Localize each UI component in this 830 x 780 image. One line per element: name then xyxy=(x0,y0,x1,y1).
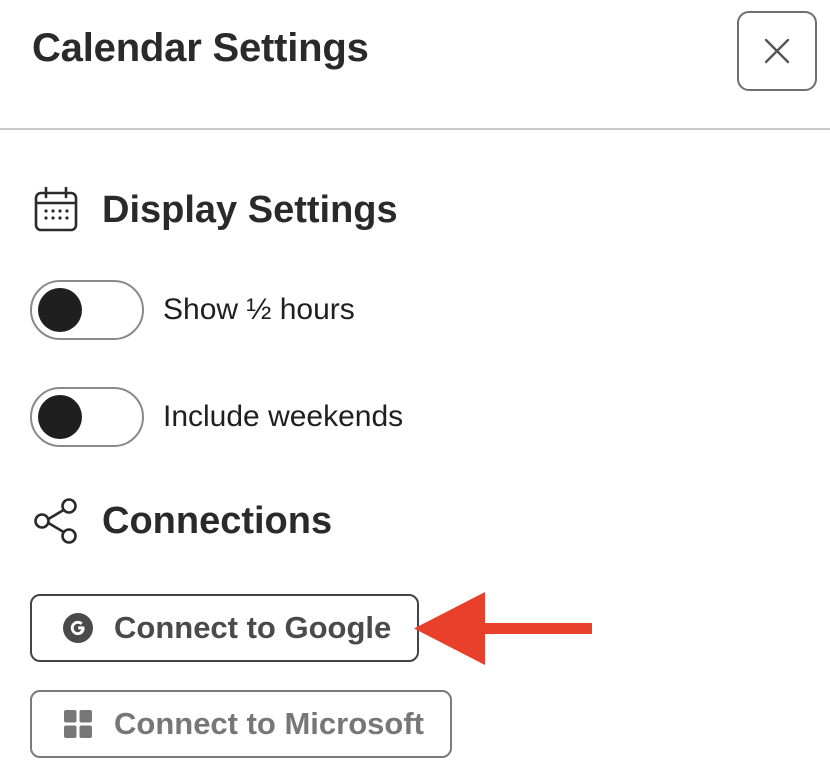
connect-microsoft-label: Connect to Microsoft xyxy=(114,706,424,741)
show-half-hours-label: Show ½ hours xyxy=(163,293,355,326)
display-settings-title: Display Settings xyxy=(102,188,398,231)
connections-title: Connections xyxy=(102,499,333,542)
settings-header: Calendar Settings xyxy=(0,0,830,130)
toggle-row-weekends: Include weekends xyxy=(30,387,403,447)
page-title: Calendar Settings xyxy=(32,26,369,70)
share-icon xyxy=(32,497,80,545)
connect-microsoft-button[interactable]: Connect to Microsoft xyxy=(30,690,452,758)
include-weekends-toggle[interactable] xyxy=(30,387,144,447)
include-weekends-label: Include weekends xyxy=(163,400,404,433)
toggle-knob xyxy=(38,395,82,439)
show-half-hours-toggle[interactable] xyxy=(30,280,144,340)
toggle-row-half-hours: Show ½ hours xyxy=(30,280,355,340)
connect-google-label: Connect to Google xyxy=(114,610,392,645)
close-button[interactable] xyxy=(737,11,817,91)
microsoft-icon xyxy=(62,708,94,740)
close-icon xyxy=(764,38,790,64)
calendar-icon xyxy=(32,186,80,234)
annotation-arrow-icon xyxy=(414,592,592,665)
connect-google-button[interactable]: Connect to Google xyxy=(30,594,420,662)
connections-heading: Connections xyxy=(32,497,332,545)
google-icon xyxy=(62,612,94,644)
display-settings-heading: Display Settings xyxy=(32,186,398,234)
toggle-knob xyxy=(38,288,82,332)
